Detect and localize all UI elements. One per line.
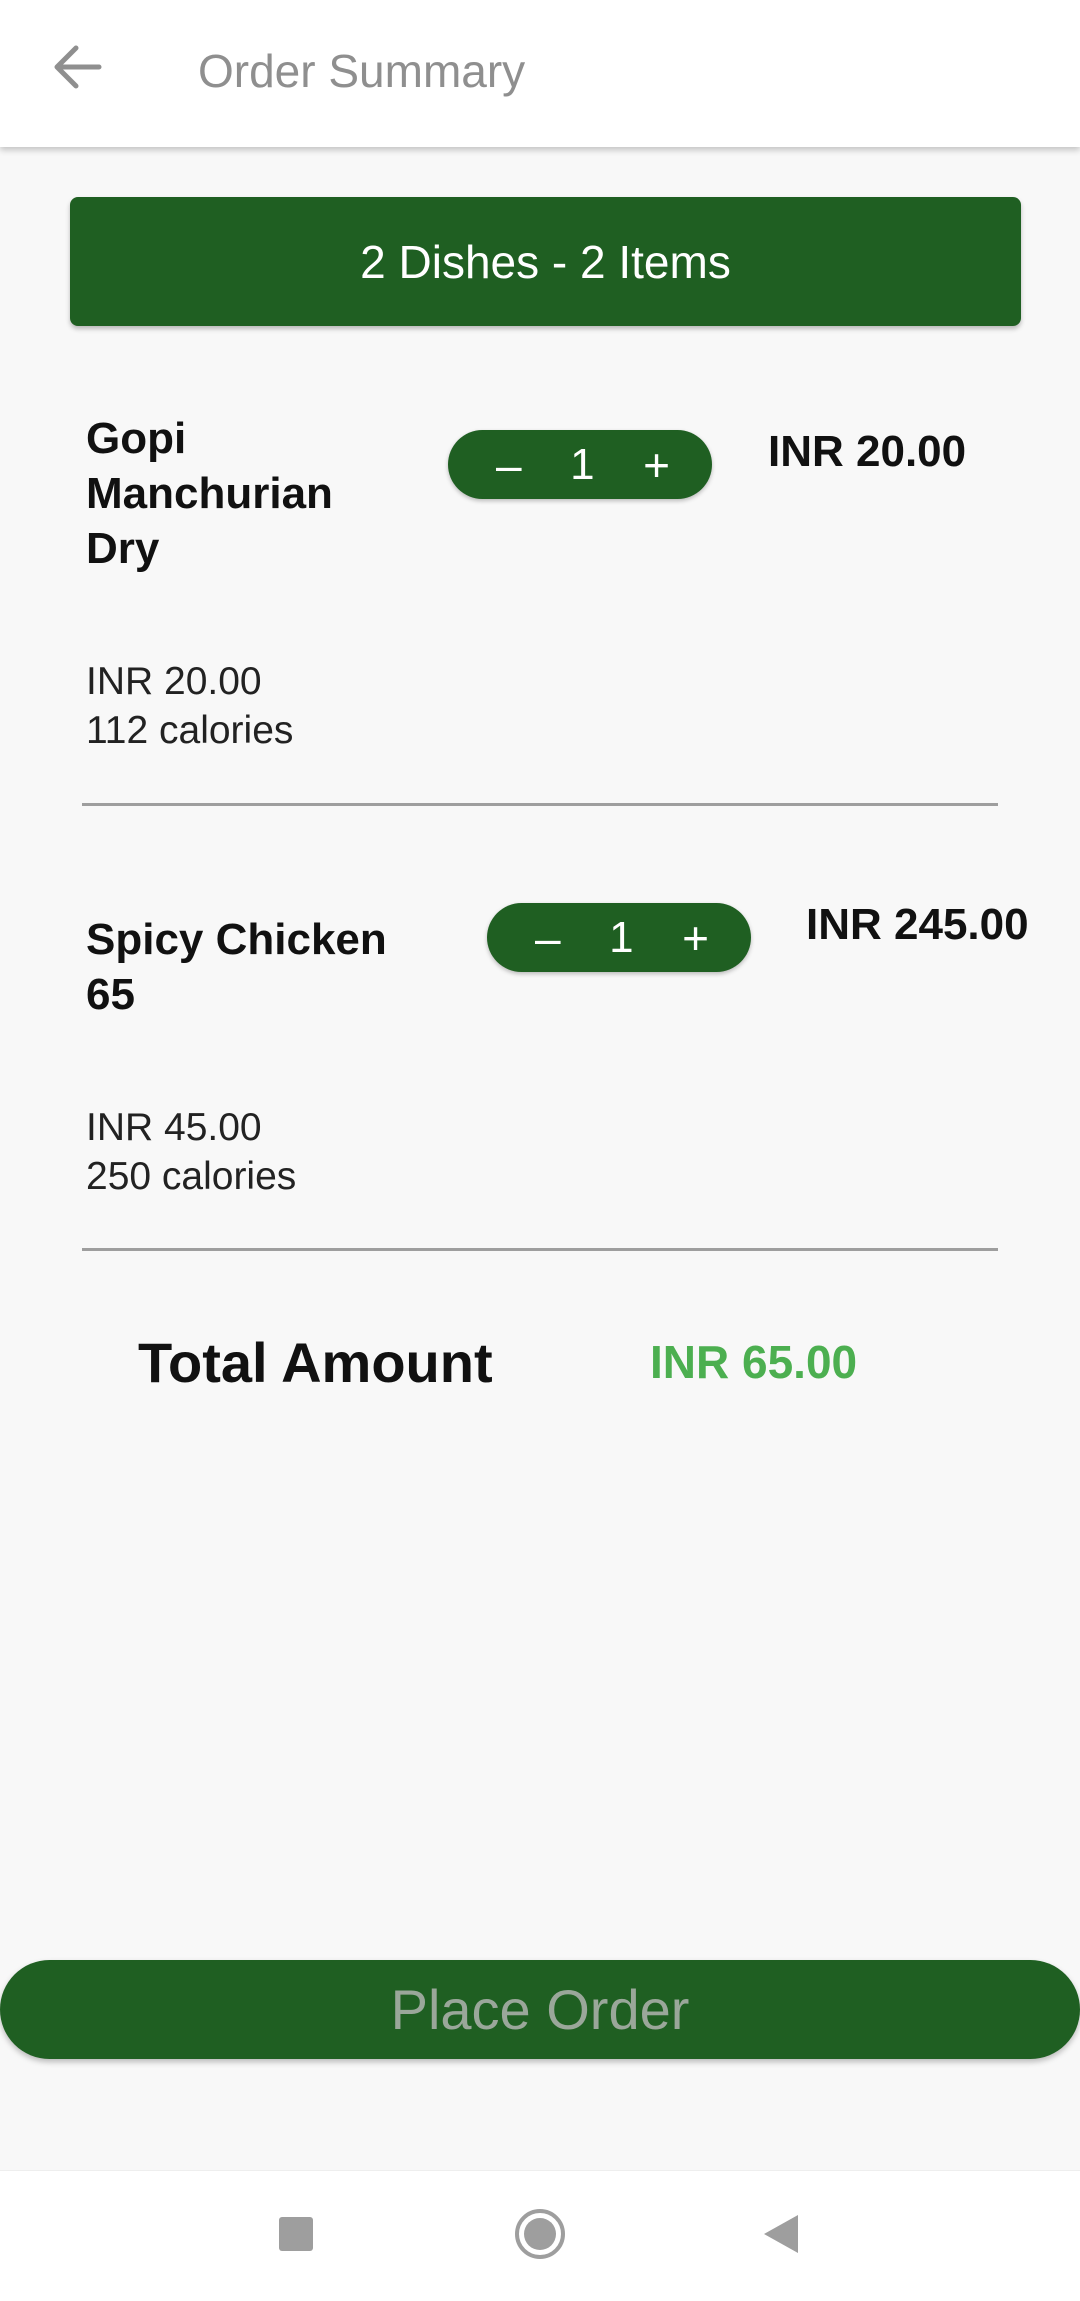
system-back-button[interactable] bbox=[726, 2171, 836, 2301]
item-total-price: INR 20.00 bbox=[768, 427, 967, 476]
dish-name-line: Dry bbox=[86, 524, 160, 573]
divider bbox=[82, 1248, 998, 1251]
quantity-value: 1 bbox=[609, 912, 634, 962]
total-amount-value: INR 65.00 bbox=[650, 1336, 858, 1388]
item-unit-price: INR 45.00 bbox=[86, 1106, 262, 1149]
arrow-left-icon bbox=[52, 44, 102, 95]
item-calories: 112 calories bbox=[86, 709, 294, 752]
quantity-stepper: – 1 + bbox=[448, 430, 712, 499]
triangle-back-icon bbox=[762, 2213, 800, 2260]
divider bbox=[82, 803, 998, 806]
page-title: Order Summary bbox=[198, 45, 526, 97]
quantity-value: 1 bbox=[570, 439, 595, 489]
app-bar: Order Summary bbox=[0, 0, 1080, 147]
dish-name: Spicy Chicken 65 bbox=[86, 912, 387, 1022]
order-count-text: 2 Dishes - 2 Items bbox=[360, 235, 731, 288]
order-summary-screen: Order Summary 2 Dishes - 2 Items Gopi Ma… bbox=[0, 0, 1080, 2301]
back-button[interactable] bbox=[44, 36, 110, 102]
order-count-banner: 2 Dishes - 2 Items bbox=[70, 197, 1021, 326]
decrease-quantity-button[interactable]: – bbox=[535, 915, 561, 961]
home-button[interactable] bbox=[485, 2171, 595, 2301]
place-order-label: Place Order bbox=[390, 1978, 690, 2041]
item-total-price: INR 245.00 bbox=[806, 900, 1029, 949]
item-calories: 250 calories bbox=[86, 1155, 297, 1198]
increase-quantity-button[interactable]: + bbox=[643, 442, 670, 488]
dish-name: Gopi Manchurian Dry bbox=[86, 411, 333, 576]
quantity-stepper: – 1 + bbox=[487, 903, 751, 972]
square-recents-icon bbox=[278, 2216, 314, 2257]
dish-name-line: 65 bbox=[86, 970, 135, 1019]
recents-button[interactable] bbox=[241, 2171, 351, 2301]
dish-name-line: Manchurian bbox=[86, 469, 333, 518]
increase-quantity-button[interactable]: + bbox=[682, 915, 709, 961]
decrease-quantity-button[interactable]: – bbox=[496, 442, 522, 488]
total-amount-label: Total Amount bbox=[138, 1331, 493, 1394]
item-unit-price: INR 20.00 bbox=[86, 660, 262, 703]
circle-home-icon bbox=[514, 2208, 566, 2265]
dish-name-line: Gopi bbox=[86, 414, 187, 463]
dish-name-line: Spicy Chicken bbox=[86, 915, 387, 964]
place-order-button[interactable]: Place Order bbox=[0, 1960, 1080, 2059]
system-navigation-bar bbox=[0, 2170, 1080, 2301]
